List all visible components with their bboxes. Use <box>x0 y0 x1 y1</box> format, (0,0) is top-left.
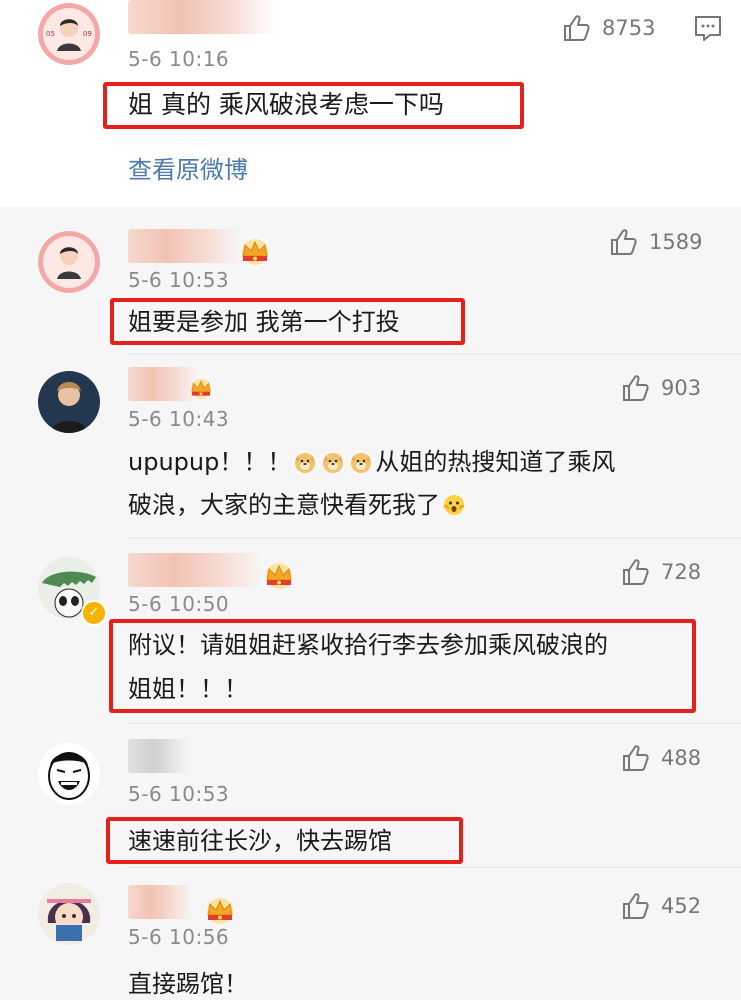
crown-icon <box>238 236 272 266</box>
crown-icon <box>262 560 296 590</box>
like-count: 8753 <box>602 16 656 40</box>
reply-text-line1: upupup！！！ 从姐的热搜知道了乘风 <box>128 441 615 483</box>
crown-icon <box>203 895 237 925</box>
doge-emoji <box>293 450 317 474</box>
reply-text: 速速前往长沙，快去踢馆 <box>128 827 392 855</box>
surprised-emoji <box>442 493 466 517</box>
avatar[interactable] <box>38 371 100 433</box>
reply-timestamp: 5-6 10:50 <box>128 592 230 616</box>
doge-emoji <box>321 450 345 474</box>
thumbs-up-icon <box>609 227 639 257</box>
username-blurred[interactable] <box>128 229 240 263</box>
reply-text-line2: 破浪，大家的主意快看死我了 <box>128 484 468 526</box>
like-count: 903 <box>661 376 702 400</box>
like-button[interactable]: 903 <box>621 373 701 403</box>
list-item: 5-6 10:56 452 直接踢馆！ <box>0 867 741 1000</box>
reply-text-line2: 姐姐！！！ <box>128 675 248 703</box>
avatar[interactable] <box>38 883 100 945</box>
avatar[interactable]: 05 09 <box>38 3 100 65</box>
like-count: 728 <box>661 560 702 584</box>
doge-emoji <box>349 450 373 474</box>
avatar[interactable] <box>38 743 100 805</box>
like-button[interactable]: 1589 <box>609 227 702 257</box>
svg-text:05: 05 <box>46 30 55 38</box>
username-blurred[interactable] <box>128 885 192 919</box>
verified-badge-icon: ✓ <box>81 600 107 626</box>
reply-text-mid: 从姐的热搜知道了乘风 <box>375 448 616 476</box>
comment-timestamp: 5-6 10:16 <box>128 47 230 71</box>
like-button[interactable]: 728 <box>621 557 701 587</box>
replies-list: 5-6 10:53 1589 姐要是参加 我第一个打投 5-6 10:43 90… <box>0 207 741 1000</box>
like-count: 1589 <box>649 230 703 254</box>
like-button[interactable]: 452 <box>621 891 701 921</box>
thumbs-up-icon <box>621 891 651 921</box>
reply-timestamp: 5-6 10:53 <box>128 268 230 292</box>
crown-icon <box>188 375 214 401</box>
thumbs-up-icon <box>621 557 651 587</box>
view-original-link[interactable]: 查看原微博 <box>128 150 248 185</box>
like-count: 488 <box>661 746 702 770</box>
svg-text:09: 09 <box>83 30 92 38</box>
thumbs-up-icon <box>562 13 592 43</box>
like-button[interactable]: 8753 <box>562 13 655 43</box>
reply-timestamp: 5-6 10:43 <box>128 407 230 431</box>
reply-timestamp: 5-6 10:56 <box>128 925 230 949</box>
reply-text: 直接踢馆！ <box>128 970 248 998</box>
like-button[interactable]: 488 <box>621 743 701 773</box>
list-item: 5-6 10:43 903 upupup！！！ 从姐的热搜知道了乘风 破浪，大家的… <box>0 353 741 537</box>
thumbs-up-icon <box>621 373 651 403</box>
avatar[interactable] <box>38 231 100 293</box>
username-blurred[interactable] <box>128 553 262 587</box>
reply-text-line1: 附议！请姐姐赶紧收拾行李去参加乘风破浪的 <box>128 631 608 659</box>
reply-text: 姐要是参加 我第一个打投 <box>128 308 400 336</box>
reply-text-end: 破浪，大家的主意快看死我了 <box>128 491 440 519</box>
like-count: 452 <box>661 894 702 918</box>
main-comment: 05 09 5-6 10:16 8753 姐 真的 乘风破浪考虑一下吗 查看原微… <box>0 0 741 207</box>
username-blurred[interactable] <box>128 739 188 773</box>
list-item: 5-6 10:53 488 速速前往长沙，快去踢馆 <box>0 723 741 867</box>
list-item: ✓ 5-6 10:50 728 附议！请姐姐赶紧收拾行李去参加乘风破浪的 姐姐！… <box>0 537 741 723</box>
reply-text-start: upupup！！！ <box>128 448 292 476</box>
thumbs-up-icon <box>621 743 651 773</box>
comment-text: 姐 真的 乘风破浪考虑一下吗 <box>128 90 444 119</box>
reply-icon[interactable] <box>693 13 723 43</box>
list-item: 5-6 10:53 1589 姐要是参加 我第一个打投 <box>0 207 741 353</box>
username-blurred[interactable] <box>128 0 276 34</box>
reply-timestamp: 5-6 10:53 <box>128 782 230 806</box>
